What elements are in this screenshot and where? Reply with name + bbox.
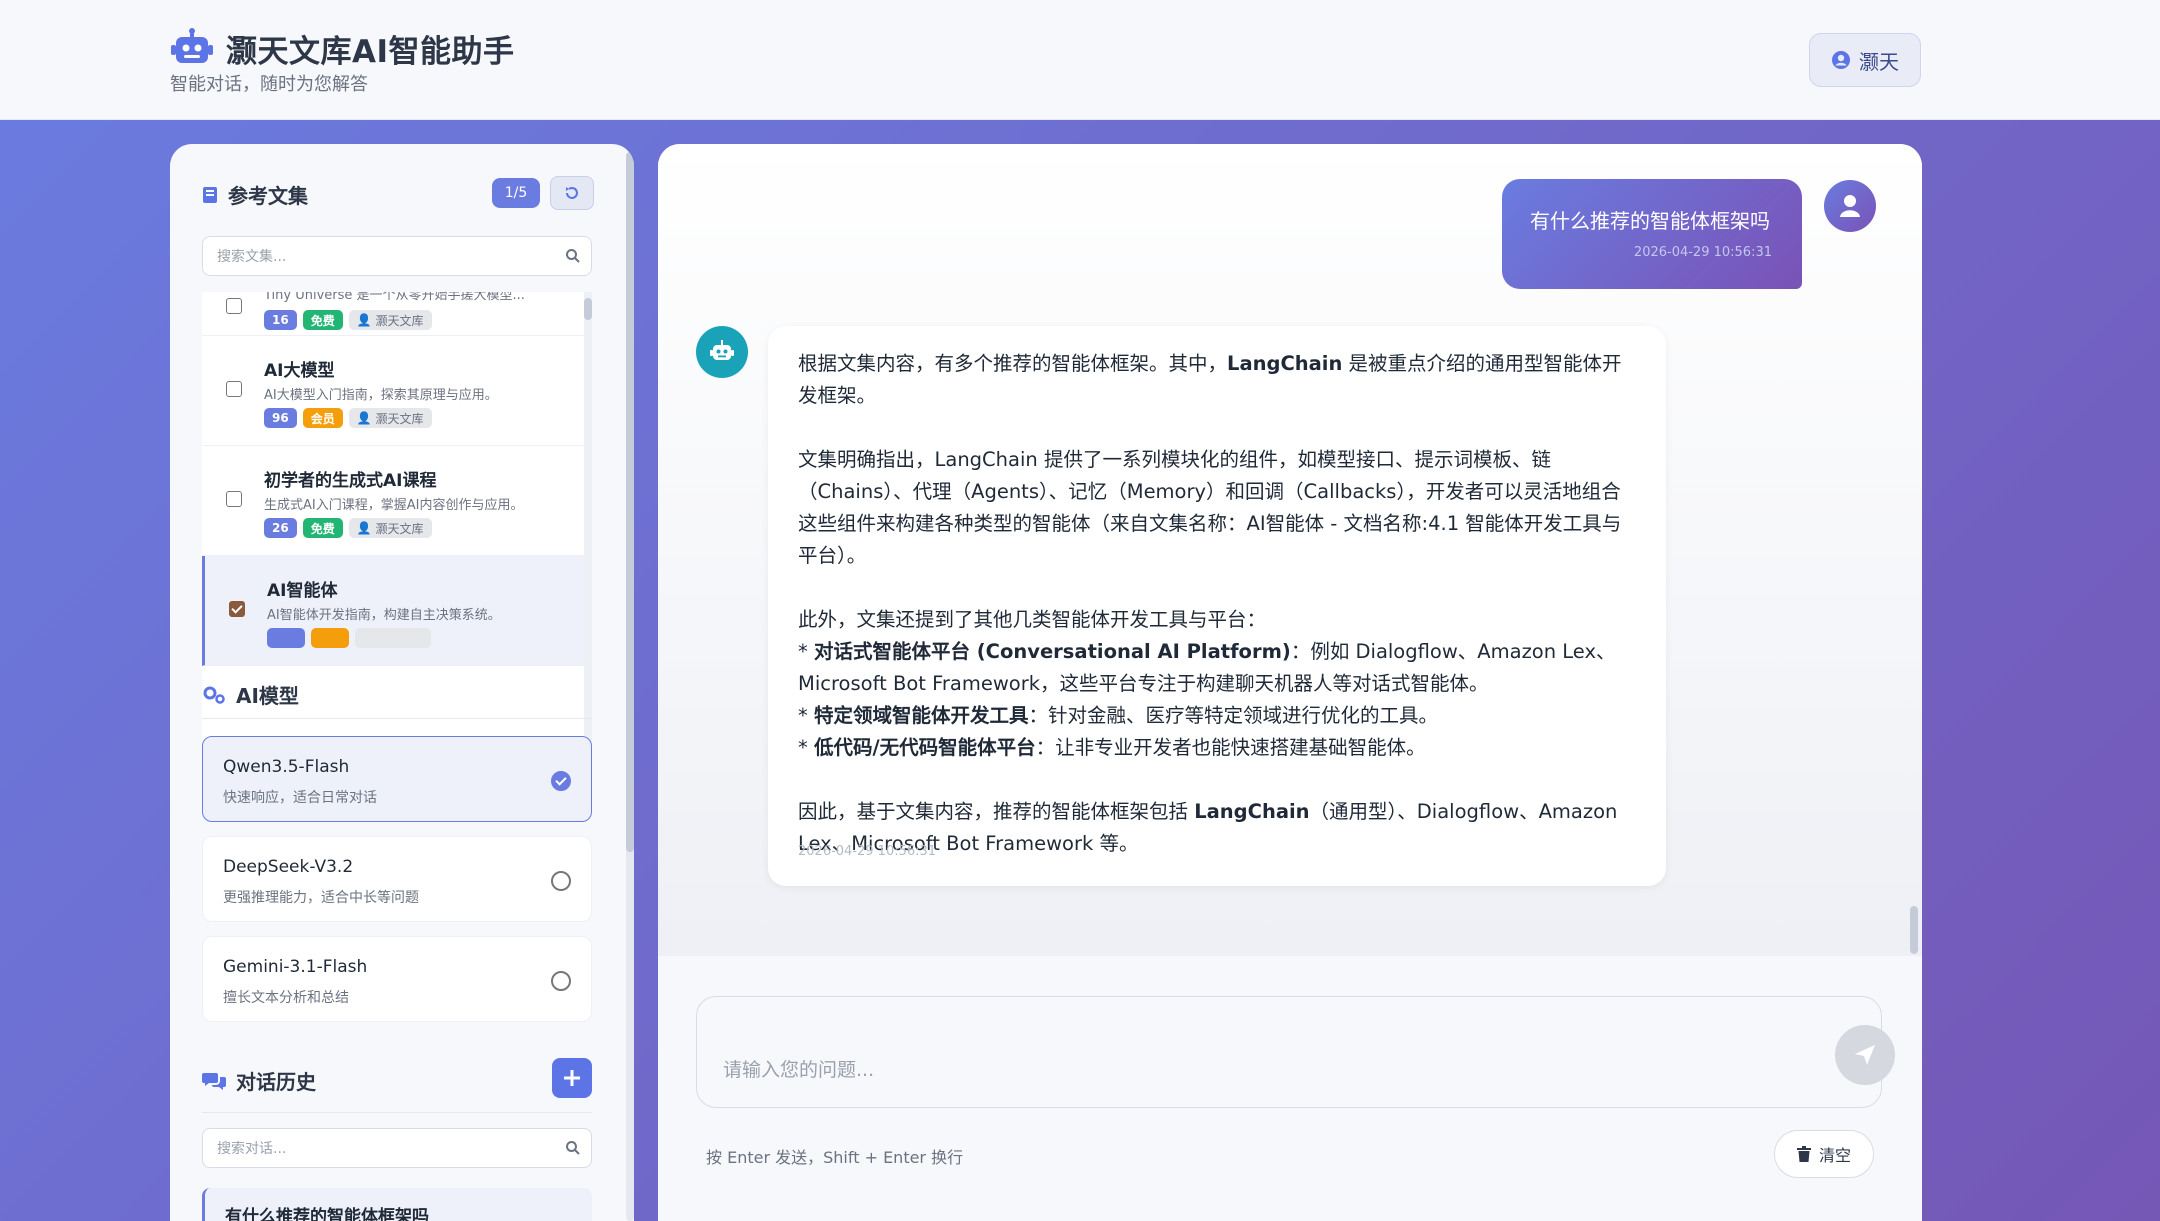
- doc-count-tag: 96: [264, 408, 297, 428]
- history-item[interactable]: 有什么推荐的智能体框架吗: [202, 1188, 592, 1221]
- model-option[interactable]: Gemini-3.1-Flash 擅长文本分析和总结: [202, 936, 592, 1022]
- history-item-title: 有什么推荐的智能体框架吗: [225, 1207, 429, 1221]
- doc-author-tag: 👤 灏天文库: [348, 310, 432, 330]
- message-area: 有什么推荐的智能体框架吗 2026-04-29 10:56:31 根据文集内容，…: [658, 144, 1922, 956]
- model-option[interactable]: DeepSeek-V3.2 更强推理能力，适合中长等问题: [202, 836, 592, 922]
- model-radio[interactable]: [551, 871, 571, 891]
- doc-title: AI智能体: [267, 581, 338, 601]
- user-avatar: [1824, 180, 1876, 232]
- doc-author-tag: [355, 628, 431, 648]
- robot-icon: [710, 340, 734, 360]
- doc-count-tag: 16: [264, 310, 297, 330]
- brand: 灏天文库AI智能助手: [170, 26, 515, 71]
- gears-icon: [203, 686, 225, 704]
- history-search-input[interactable]: 搜索对话...: [202, 1128, 592, 1168]
- model-name: DeepSeek-V3.2: [223, 857, 354, 877]
- model-radio[interactable]: [551, 771, 571, 791]
- app-title: 灏天文库AI智能助手: [226, 34, 515, 70]
- book-icon: [203, 186, 217, 203]
- doc-author-tag: 👤 灏天文库: [348, 518, 432, 538]
- plus-icon: [564, 1070, 580, 1086]
- docs-scrollbar-thumb[interactable]: [584, 298, 592, 320]
- doc-desc: AI大模型入门指南，探索其原理与应用。: [264, 388, 498, 403]
- trash-icon: [1796, 1146, 1811, 1162]
- doc-count-tag: [267, 628, 305, 648]
- docs-section-title: 参考文集: [202, 180, 308, 209]
- model-name: Qwen3.5-Flash: [223, 757, 350, 777]
- bot-message-text: 根据文集内容，有多个推荐的智能体框架。其中，LangChain 是被重点介绍的通…: [798, 352, 1622, 855]
- selected-count-badge: 1/5: [492, 178, 540, 208]
- docs-scrollbar[interactable]: [584, 292, 592, 790]
- doc-title: AI大模型: [264, 361, 335, 381]
- chat-panel: 有什么推荐的智能体框架吗 2026-04-29 10:56:31 根据文集内容，…: [658, 144, 1922, 1221]
- doc-checkbox[interactable]: [226, 298, 242, 314]
- refresh-button[interactable]: [550, 176, 594, 210]
- user-circle-icon: [1832, 51, 1850, 69]
- doc-title: 初学者的生成式AI课程: [264, 471, 437, 491]
- clear-button[interactable]: 清空: [1774, 1130, 1874, 1178]
- message-input[interactable]: 请输入您的问题...: [696, 996, 1895, 1108]
- input-placeholder: 请输入您的问题...: [723, 1059, 875, 1081]
- docs-list: Tiny Universe 是一个从零开始手搓大模型... 16 免费 👤 灏天…: [202, 292, 592, 790]
- user-name: 灏天: [1859, 49, 1899, 74]
- list-item[interactable]: 初学者的生成式AI课程 生成式AI入门课程，掌握AI内容创作与应用。 26 免费…: [202, 446, 584, 556]
- doc-type-tag: [311, 628, 349, 648]
- send-icon: [1855, 1045, 1875, 1065]
- doc-checkbox[interactable]: [229, 601, 245, 617]
- model-option[interactable]: Qwen3.5-Flash 快速响应，适合日常对话: [202, 736, 592, 822]
- list-item[interactable]: AI智能体 AI智能体开发指南，构建自主决策系统。: [202, 556, 584, 666]
- user-message-time: 2026-04-29 10:56:31: [1633, 245, 1772, 260]
- app-subtitle: 智能对话，随时为您解答: [170, 74, 368, 95]
- docs-search-input[interactable]: 搜索文集...: [202, 236, 592, 276]
- divider: [202, 1112, 592, 1113]
- refresh-icon: [566, 187, 578, 199]
- doc-checkbox[interactable]: [226, 491, 242, 507]
- doc-desc: 生成式AI入门课程，掌握AI内容创作与应用。: [264, 498, 524, 513]
- user-message-text: 有什么推荐的智能体框架吗: [1530, 209, 1770, 233]
- chat-bubbles-icon: [202, 1072, 226, 1090]
- user-icon: [1840, 195, 1860, 217]
- new-chat-button[interactable]: [552, 1058, 592, 1098]
- robot-icon: [171, 27, 213, 63]
- sidebar-scrollbar-thumb[interactable]: [626, 152, 634, 852]
- input-hint: 按 Enter 发送，Shift + Enter 换行: [706, 1148, 964, 1167]
- doc-desc: AI智能体开发指南，构建自主决策系统。: [267, 608, 501, 623]
- model-name: Gemini-3.1-Flash: [223, 957, 368, 977]
- user-message-bubble: 有什么推荐的智能体框架吗 2026-04-29 10:56:31: [1502, 179, 1802, 289]
- sidebar: 参考文集 1/5 搜索文集... Tiny Universe 是一个从零开始手搓…: [170, 144, 634, 1221]
- doc-count-tag: 26: [264, 518, 297, 538]
- doc-checkbox[interactable]: [226, 381, 242, 397]
- divider: [202, 718, 592, 719]
- model-desc: 更强推理能力，适合中长等问题: [223, 890, 419, 906]
- search-icon: [566, 249, 580, 263]
- list-item[interactable]: AI大模型 AI大模型入门指南，探索其原理与应用。 96 会员 👤 灏天文库: [202, 336, 584, 446]
- chat-scrollbar-thumb[interactable]: [1910, 906, 1918, 954]
- doc-author-tag: 👤 灏天文库: [348, 408, 432, 428]
- history-section-title: 对话历史: [202, 1066, 316, 1095]
- doc-type-tag: 会员: [302, 408, 343, 428]
- bot-message-bubble: 根据文集内容，有多个推荐的智能体框架。其中，LangChain 是被重点介绍的通…: [768, 326, 1666, 886]
- bot-message-time: 2026-04-29 10:56:31: [798, 844, 937, 859]
- app-header: 灏天文库AI智能助手 智能对话，随时为您解答 灏天: [0, 0, 2160, 120]
- list-item[interactable]: Tiny Universe 是一个从零开始手搓大模型... 16 免费 👤 灏天…: [202, 292, 584, 336]
- models-section-title: AI模型: [202, 680, 299, 709]
- model-desc: 快速响应，适合日常对话: [223, 790, 377, 806]
- send-button[interactable]: [1835, 1025, 1895, 1085]
- model-desc: 擅长文本分析和总结: [223, 990, 349, 1006]
- model-radio[interactable]: [551, 971, 571, 991]
- doc-type-tag: 免费: [302, 518, 343, 538]
- user-menu-button[interactable]: 灏天: [1809, 33, 1921, 87]
- bot-avatar: [696, 326, 748, 378]
- search-icon: [566, 1141, 580, 1155]
- doc-type-tag: 免费: [302, 310, 343, 330]
